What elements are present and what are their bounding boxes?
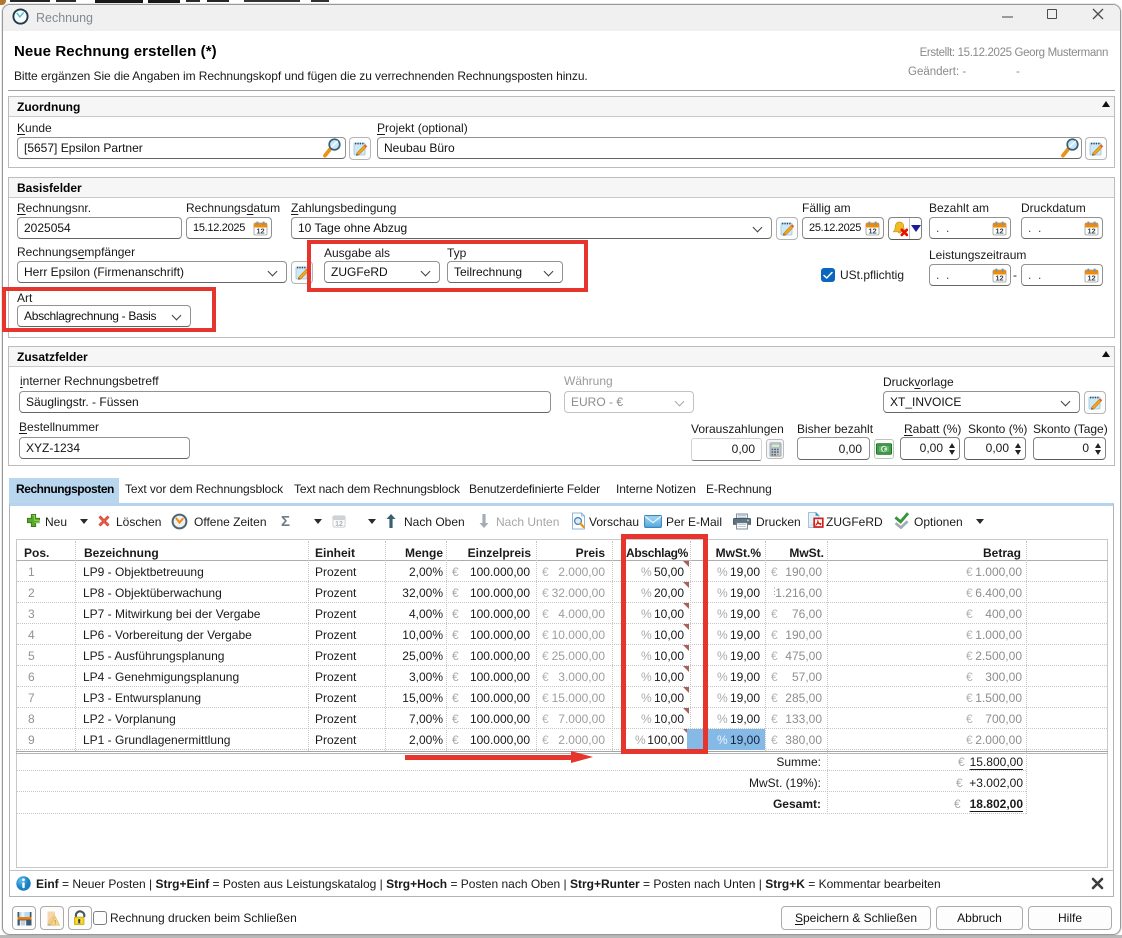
svg-text:€: € bbox=[882, 446, 886, 453]
svg-text:12: 12 bbox=[868, 227, 876, 236]
svg-text:12: 12 bbox=[335, 521, 343, 528]
svg-text:12: 12 bbox=[1087, 227, 1095, 236]
svg-text:12: 12 bbox=[995, 274, 1003, 283]
svg-text:12: 12 bbox=[1087, 274, 1095, 283]
svg-text:12: 12 bbox=[256, 227, 264, 236]
svg-text:12: 12 bbox=[995, 227, 1003, 236]
